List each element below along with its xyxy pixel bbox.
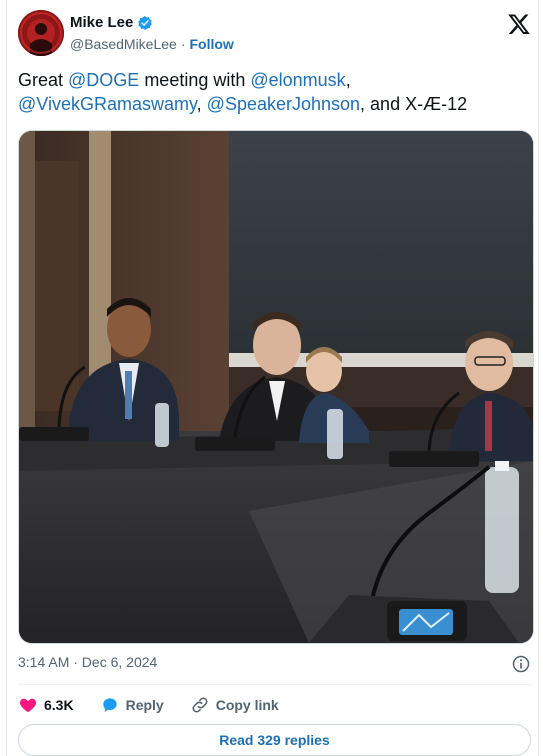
mention-vivek[interactable]: @VivekGRamaswamy: [18, 94, 197, 114]
tweet-text-part: meeting with: [139, 70, 251, 90]
mention-elonmusk[interactable]: @elonmusk: [250, 70, 345, 90]
action-bar: 6.3K Reply Copy link: [18, 694, 305, 716]
tweet-text: Great @DOGE meeting with @elonmusk, @Viv…: [18, 68, 518, 116]
heart-icon: [19, 698, 37, 713]
avatar[interactable]: [18, 10, 64, 56]
reply-bubble-icon: [102, 698, 117, 713]
follow-button[interactable]: Follow: [190, 36, 234, 52]
divider: [18, 684, 531, 685]
read-replies-button[interactable]: Read 329 replies: [18, 724, 531, 756]
tweet-text-part: ,: [345, 70, 351, 90]
author-handle[interactable]: @BasedMikeLee: [70, 36, 177, 52]
x-logo-icon[interactable]: [507, 12, 531, 36]
reply-button[interactable]: Reply: [100, 695, 164, 715]
reply-label: Reply: [125, 697, 164, 713]
copy-link-label: Copy link: [215, 697, 279, 713]
like-button[interactable]: 6.3K: [18, 695, 74, 715]
mention-speakerjohnson[interactable]: @SpeakerJohnson: [207, 94, 360, 114]
link-icon: [192, 697, 208, 713]
tweet-text-part: , and X-Æ-12: [360, 94, 468, 114]
meeting-photo-illustration: [19, 131, 533, 643]
tweet-text-part: Great: [18, 70, 69, 90]
tweet-photo[interactable]: [18, 130, 534, 644]
verified-badge-icon: [138, 15, 153, 30]
mention-doge[interactable]: @DOGE: [68, 70, 139, 90]
like-count: 6.3K: [44, 697, 74, 713]
tweet-header: Mike Lee @BasedMikeLee · Follow: [18, 10, 531, 56]
copy-link-button[interactable]: Copy link: [190, 695, 279, 715]
tweet-text-part: ,: [196, 94, 207, 114]
tweet-timestamp[interactable]: 3:14 AM · Dec 6, 2024: [18, 654, 157, 670]
info-icon[interactable]: [511, 654, 531, 674]
author-name[interactable]: Mike Lee: [70, 14, 133, 31]
handle-separator: ·: [180, 36, 186, 52]
